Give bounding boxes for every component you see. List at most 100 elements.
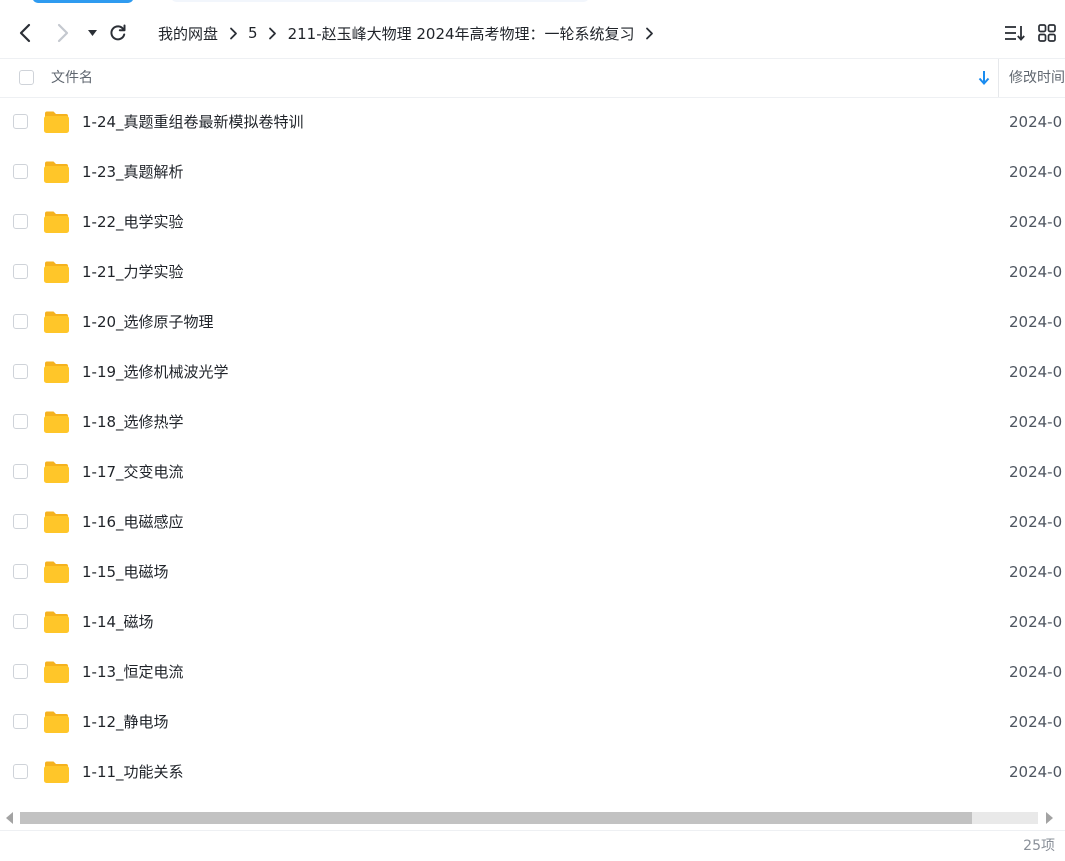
modified-date: 2024-0 [1009,663,1063,681]
row-checkbox[interactable] [13,614,28,629]
row-checkbox[interactable] [13,664,28,679]
folder-icon [44,661,69,683]
file-name[interactable]: 1-16_电磁感应 [82,497,184,547]
scroll-left-arrow-icon[interactable] [3,811,17,825]
modified-date: 2024-0 [1009,413,1063,431]
file-row[interactable]: 1-11_功能关系 2024-0 [0,747,1065,797]
horizontal-scrollbar[interactable] [0,808,1065,828]
file-row[interactable]: 1-20_选修原子物理 2024-0 [0,297,1065,347]
row-checkbox[interactable] [13,414,28,429]
caret-down-icon [87,30,97,36]
file-name[interactable]: 1-22_电学实验 [82,197,184,247]
modified-date: 2024-0 [1009,563,1063,581]
file-name[interactable]: 1-14_磁场 [82,597,154,647]
file-name[interactable]: 1-12_静电场 [82,697,169,747]
breadcrumb-more-icon[interactable] [643,26,657,40]
column-header-modified[interactable]: 修改时间 [1009,59,1065,97]
folder-icon [44,361,69,383]
folder-icon [44,761,69,783]
file-name[interactable]: 1-13_恒定电流 [82,647,184,697]
scroll-right-arrow-icon[interactable] [1042,811,1056,825]
item-count: 25项 [1023,838,1055,854]
select-all-checkbox[interactable] [19,70,34,85]
folder-icon [44,311,69,333]
row-checkbox[interactable] [13,314,28,329]
folder-icon [44,561,69,583]
folder-icon [44,161,69,183]
column-divider[interactable] [998,59,999,97]
active-tab-remnant[interactable] [32,0,134,3]
file-name[interactable]: 1-20_选修原子物理 [82,297,214,347]
breadcrumb-separator-icon [266,26,280,40]
file-row[interactable]: 1-17_交变电流 2024-0 [0,447,1065,497]
row-checkbox[interactable] [13,564,28,579]
file-row[interactable]: 1-13_恒定电流 2024-0 [0,647,1065,697]
modified-date: 2024-0 [1009,313,1063,331]
file-name[interactable]: 1-18_选修热学 [82,397,184,447]
folder-icon [44,211,69,233]
file-name[interactable]: 1-11_功能关系 [82,747,184,797]
row-checkbox[interactable] [13,364,28,379]
grid-view-button[interactable] [1029,9,1065,57]
file-row[interactable]: 1-12_静电场 2024-0 [0,697,1065,747]
file-name[interactable]: 1-19_选修机械波光学 [82,347,229,397]
history-dropdown-button[interactable] [84,9,100,57]
row-checkbox[interactable] [13,764,28,779]
row-checkbox[interactable] [13,264,28,279]
file-row[interactable]: 1-15_电磁场 2024-0 [0,547,1065,597]
top-tabs-remnant [0,0,1065,8]
back-button[interactable] [12,9,38,57]
file-row[interactable]: 1-19_选修机械波光学 2024-0 [0,347,1065,397]
modified-date: 2024-0 [1009,763,1063,781]
row-checkbox[interactable] [13,514,28,529]
folder-icon [44,511,69,533]
file-name[interactable]: 1-21_力学实验 [82,247,184,297]
search-box-remnant[interactable] [170,0,590,2]
scroll-thumb[interactable] [20,812,972,824]
file-row[interactable]: 1-14_磁场 2024-0 [0,597,1065,647]
chevron-right-icon [57,23,69,43]
folder-icon [44,461,69,483]
modified-date: 2024-0 [1009,113,1063,131]
file-row[interactable]: 1-18_选修热学 2024-0 [0,397,1065,447]
folder-icon [44,411,69,433]
file-row[interactable]: 1-23_真题解析 2024-0 [0,147,1065,197]
modified-date: 2024-0 [1009,713,1063,731]
modified-date: 2024-0 [1009,513,1063,531]
file-name[interactable]: 1-23_真题解析 [82,147,184,197]
file-name[interactable]: 1-24_真题重组卷最新模拟卷特训 [82,97,304,147]
sort-button[interactable] [1001,9,1029,57]
navigation-bar: 我的网盘 5 211-赵玉峰大物理 2024年高考物理：一轮系统复习 [0,9,1065,57]
folder-icon [44,711,69,733]
row-checkbox[interactable] [13,114,28,129]
row-checkbox[interactable] [13,464,28,479]
breadcrumb-item-root[interactable]: 我的网盘 [150,23,226,44]
modified-date: 2024-0 [1009,613,1063,631]
breadcrumb-separator-icon [226,26,240,40]
refresh-button[interactable] [106,9,130,57]
forward-button[interactable] [50,9,76,57]
refresh-icon [110,24,126,41]
breadcrumb-item-current[interactable]: 211-赵玉峰大物理 2024年高考物理：一轮系统复习 [280,23,643,44]
file-row[interactable]: 1-21_力学实验 2024-0 [0,247,1065,297]
breadcrumb-item-folder-5[interactable]: 5 [240,24,266,42]
file-list-header: 文件名 修改时间 [0,58,1065,98]
file-name[interactable]: 1-17_交变电流 [82,447,184,497]
modified-date: 2024-0 [1009,213,1063,231]
file-row[interactable]: 1-24_真题重组卷最新模拟卷特训 2024-0 [0,97,1065,147]
folder-icon [44,111,69,133]
column-header-name[interactable]: 文件名 [51,59,93,97]
folder-icon [44,261,69,283]
sort-list-icon [1005,26,1025,41]
grid-view-icon [1038,24,1056,42]
row-checkbox[interactable] [13,714,28,729]
row-checkbox[interactable] [13,164,28,179]
file-row[interactable]: 1-22_电学实验 2024-0 [0,197,1065,247]
sort-descending-icon[interactable] [978,70,990,86]
file-name[interactable]: 1-15_电磁场 [82,547,169,597]
chevron-left-icon [19,23,31,43]
status-bar: 25项 [0,830,1065,861]
file-row[interactable]: 1-16_电磁感应 2024-0 [0,497,1065,547]
row-checkbox[interactable] [13,214,28,229]
folder-icon [44,611,69,633]
